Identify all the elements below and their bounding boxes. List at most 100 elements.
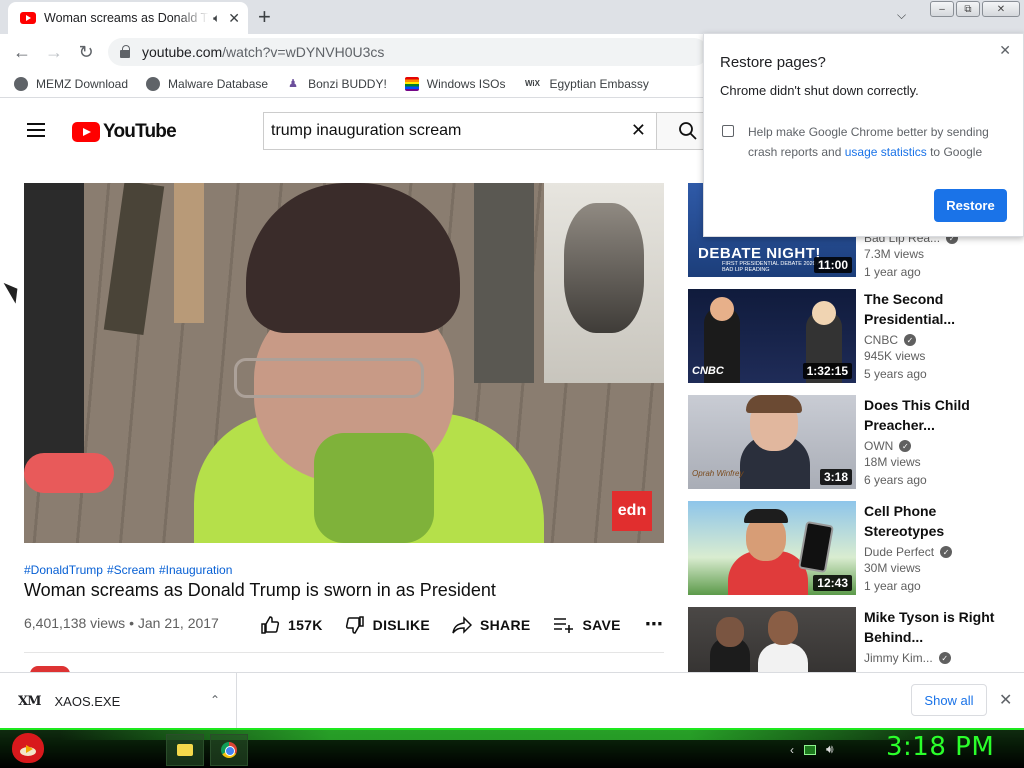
view-count: 18M views — [864, 455, 921, 469]
forward-icon[interactable]: → — [38, 36, 70, 68]
video-thumbnail[interactable]: Oprah Winfrey 3:18 — [688, 395, 856, 489]
bookmark-label: Malware Database — [168, 76, 269, 91]
like-button[interactable]: 157K — [260, 615, 323, 635]
volume-icon[interactable]: 🔊︎ — [826, 742, 834, 757]
cnbc-logo: CNBC — [692, 365, 724, 377]
system-tray: ‹ 🔊︎ — [790, 742, 834, 757]
bookmark-egyptian-embassy[interactable]: WiX Egyptian Embassy — [523, 77, 649, 91]
channel-name: CNBC ✓ — [864, 333, 1020, 347]
recommendation-item[interactable]: Oprah Winfrey 3:18 Does This Child Preac… — [688, 395, 1024, 489]
video-thumbnail[interactable]: CNBC 1:32:15 — [688, 289, 856, 383]
close-window-button[interactable]: ✕ — [982, 1, 1020, 17]
start-button[interactable] — [8, 730, 46, 768]
youtube-logo[interactable]: YouTube — [72, 121, 177, 143]
verified-icon: ✓ — [904, 334, 917, 346]
share-label: SHARE — [480, 616, 531, 633]
verified-icon: ✓ — [938, 652, 951, 664]
cracked-phone — [798, 520, 834, 574]
video-title: Woman screams as Donald Trump is sworn i… — [24, 580, 496, 600]
more-options-icon[interactable]: ⋯ — [645, 614, 663, 635]
video-thumbnail[interactable]: 12:43 — [688, 501, 856, 595]
speaker-icon[interactable]: 🔈︎ — [213, 11, 220, 26]
chevron-up-icon[interactable]: ⌃ — [210, 693, 220, 707]
duration-badge: 1:32:15 — [802, 363, 852, 379]
section-divider — [24, 652, 664, 653]
youtube-favicon-icon — [20, 12, 36, 24]
recommendation-item[interactable]: Mike Tyson is Right Behind... Jimmy Kim.… — [688, 607, 1024, 673]
hashtag-link[interactable]: #Inauguration — [159, 563, 232, 577]
maximize-button[interactable]: ⧉ — [956, 1, 980, 17]
crowd-figure — [24, 183, 84, 473]
video-thumbnail[interactable] — [688, 607, 856, 673]
channel-name: Jimmy Kim... ✓ — [864, 651, 1020, 665]
hashtag-link[interactable]: #Scream — [107, 563, 155, 577]
recommendation-title: Cell Phone Stereotypes — [864, 503, 945, 539]
address-bar[interactable]: youtube.com/watch?v=wDYNVH0U3cs — [108, 38, 708, 66]
video-player[interactable]: edn — [24, 183, 664, 543]
back-icon[interactable]: ← — [6, 36, 38, 68]
bookmark-windows-isos[interactable]: Windows ISOs — [404, 76, 505, 91]
search-input[interactable]: trump inauguration scream ✕ — [263, 112, 656, 150]
recommendation-item[interactable]: 12:43 Cell Phone Stereotypes Dude Perfec… — [688, 501, 1024, 595]
bookmark-memz[interactable]: MEMZ Download — [14, 76, 129, 91]
show-hidden-icons-icon[interactable]: ‹ — [790, 743, 794, 757]
channel-label: OWN — [864, 439, 894, 453]
close-icon[interactable]: ✕ — [999, 42, 1011, 59]
channel-watermark: edn — [612, 491, 652, 531]
reload-icon[interactable]: ↻ — [70, 36, 102, 68]
new-tab-button[interactable]: + — [258, 4, 271, 30]
angry-bird-icon — [12, 733, 44, 763]
verified-icon: ✓ — [899, 440, 912, 452]
show-all-button[interactable]: Show all — [911, 684, 987, 716]
recommendation-item[interactable]: CNBC 1:32:15 The Second Presidential... … — [688, 289, 1024, 383]
recommendation-info: Does This Child Preacher... OWN ✓ 18M vie… — [864, 395, 1020, 489]
menu-icon[interactable] — [27, 123, 45, 137]
upload-date: Jan 21, 2017 — [137, 615, 219, 631]
bookmark-label: MEMZ Download — [36, 76, 129, 91]
channel-label: Dude Perfect — [864, 545, 935, 559]
dislike-button[interactable]: DISLIKE — [345, 615, 430, 635]
figure-right-face — [812, 301, 836, 325]
share-button[interactable]: SHARE — [452, 615, 531, 635]
usage-statistics-link[interactable]: usage statistics — [845, 145, 927, 159]
video-hashtags: #DonaldTrump #Scream #Inauguration — [24, 563, 236, 577]
taskbar-chrome[interactable] — [210, 734, 248, 766]
playlist-add-icon — [553, 617, 573, 633]
view-count: 7.3M views — [864, 247, 925, 261]
network-icon[interactable] — [804, 744, 816, 755]
browser-tab[interactable]: Woman screams as Donald Trump is sworn i… — [8, 2, 248, 34]
video-actions: 157K DISLIKE SHARE SAVE ⋯ — [260, 614, 663, 635]
bookmark-bonzi-buddy[interactable]: ♟ Bonzi BUDDY! — [286, 77, 387, 91]
tab-search-icon[interactable]: ⌵ — [897, 8, 906, 23]
hashtag-link[interactable]: #DonaldTrump — [24, 563, 103, 577]
thumbnail-text: DEBATE NIGHT! — [698, 245, 821, 262]
lock-icon[interactable] — [120, 45, 130, 58]
download-item[interactable]: XM XAOS.EXE ⌃ — [0, 673, 237, 729]
restore-button[interactable]: Restore — [934, 189, 1007, 222]
figure-right-face — [768, 611, 798, 645]
man-cap — [744, 509, 788, 523]
tab-close-icon[interactable]: ✕ — [228, 10, 240, 27]
dialog-message: Chrome didn't shut down correctly. — [720, 83, 919, 98]
wix-icon: WiX — [524, 79, 540, 88]
duration-badge: 3:18 — [819, 469, 852, 485]
close-download-bar-icon[interactable]: ✕ — [999, 690, 1012, 710]
crash-report-checkbox[interactable] — [722, 125, 734, 137]
taskbar-clock[interactable]: 3:18 PM — [886, 732, 994, 762]
save-button[interactable]: SAVE — [553, 615, 621, 635]
youtube-play-icon — [72, 122, 100, 142]
globe-icon — [14, 76, 28, 91]
oprah-logo: Oprah Winfrey — [692, 469, 744, 478]
crowd-figure — [474, 183, 534, 383]
clear-search-icon[interactable]: ✕ — [631, 120, 646, 141]
upload-age: 6 years ago — [864, 473, 927, 487]
download-bar: XM XAOS.EXE ⌃ Show all ✕ — [0, 672, 1024, 729]
minimize-button[interactable]: – — [930, 1, 954, 17]
globe-icon — [146, 76, 161, 91]
bookmark-malware-database[interactable]: Malware Database — [146, 76, 269, 91]
recommendation-info: The Second Presidential... CNBC ✓ 945K vi… — [864, 289, 1020, 383]
bookmark-label: Bonzi BUDDY! — [308, 76, 387, 91]
upload-age: 1 year ago — [864, 579, 921, 593]
taskbar-explorer[interactable] — [166, 734, 204, 766]
url-path: /watch?v=wDYNVH0U3cs — [222, 44, 385, 60]
